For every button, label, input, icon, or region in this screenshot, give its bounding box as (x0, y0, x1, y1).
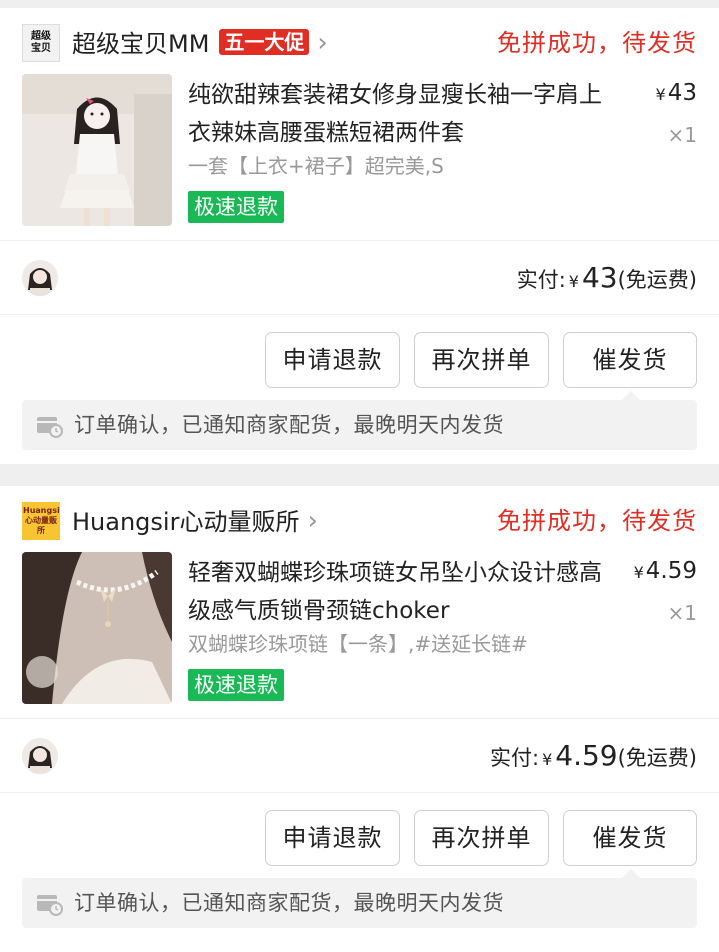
divider (0, 240, 719, 241)
truck-clock-icon (36, 892, 64, 916)
product-image[interactable] (22, 552, 172, 704)
notice-caret (621, 391, 641, 401)
currency-symbol: ¥ (568, 272, 579, 291)
product-quantity: ×1 (667, 601, 697, 625)
paid-total: 实付: ¥4.59(免运费) (490, 736, 697, 780)
avatar[interactable] (22, 260, 58, 296)
fast-refund-tag: 极速退款 (188, 191, 284, 223)
paid-label: 实付: (490, 746, 540, 770)
apply-refund-button[interactable]: 申请退款 (265, 332, 400, 388)
paid-amount: 43 (581, 261, 618, 294)
product-spec: 双蝴蝶珍珠项链【一条】,#送延长链# (188, 632, 528, 656)
currency-symbol: ¥ (633, 563, 644, 582)
store-name-row[interactable]: 超级宝贝MM 五一大促 › (72, 28, 328, 59)
order-status: 免拼成功，待发货 (497, 507, 697, 535)
order-card[interactable]: Huangsir心动量贩所 Huangsir心动量贩所 › 免拼成功，待发货 轻奢… (0, 486, 719, 952)
paid-total: 实付: ¥43(免运费) (517, 258, 697, 302)
chevron-right-icon: › (317, 28, 328, 58)
product-price: ¥43 (656, 78, 697, 110)
shipping-note: (免运费) (617, 268, 697, 292)
notice-text: 订单确认，已通知商家配货，最晚明天内发货 (74, 891, 504, 915)
order-notice: 订单确认，已通知商家配货，最晚明天内发货 (22, 869, 697, 928)
divider (0, 314, 719, 315)
chevron-right-icon: › (307, 506, 318, 536)
divider (0, 718, 719, 719)
store-name: 超级宝贝MM (72, 30, 210, 58)
product-price: ¥4.59 (634, 556, 697, 588)
avatar[interactable] (22, 738, 58, 774)
product-title[interactable]: 轻奢双蝴蝶珍珠项链女吊坠小众设计感高级感气质锁骨颈链choker (188, 554, 618, 630)
paid-amount: 4.59 (555, 739, 618, 772)
urge-shipping-button[interactable]: 催发货 (563, 810, 697, 866)
reorder-button[interactable]: 再次拼单 (414, 810, 549, 866)
product-spec: 一套【上衣+裙子】超完美,S (188, 154, 444, 178)
product-image[interactable] (22, 74, 172, 226)
store-header[interactable]: 超级宝贝 超级宝贝MM 五一大促 › 免拼成功，待发货 (0, 8, 719, 68)
truck-clock-icon (36, 414, 64, 438)
store-name: Huangsir心动量贩所 (72, 508, 300, 536)
notice-caret (621, 869, 641, 879)
store-name-row[interactable]: Huangsir心动量贩所 › (72, 506, 318, 537)
product-quantity: ×1 (667, 123, 697, 147)
paid-label: 实付: (516, 268, 566, 292)
store-header[interactable]: Huangsir心动量贩所 Huangsir心动量贩所 › 免拼成功，待发货 (0, 486, 719, 546)
store-logo[interactable]: Huangsir心动量贩所 (22, 502, 60, 540)
price-value: 4.59 (645, 558, 697, 584)
store-logo-text: 超级宝贝 (31, 31, 51, 54)
shipping-note: (免运费) (617, 746, 697, 770)
price-value: 43 (667, 80, 697, 106)
store-logo-text: Huangsir心动量贩所 (23, 506, 60, 535)
product-title[interactable]: 纯欲甜辣套装裙女修身显瘦长袖一字肩上衣辣妹高腰蛋糕短裙两件套 (188, 76, 618, 152)
order-notice: 订单确认，已通知商家配货，最晚明天内发货 (22, 391, 697, 450)
apply-refund-button[interactable]: 申请退款 (265, 810, 400, 866)
divider (0, 792, 719, 793)
notice-text: 订单确认，已通知商家配货，最晚明天内发货 (74, 413, 504, 437)
order-card[interactable]: 超级宝贝 超级宝贝MM 五一大促 › 免拼成功，待发货 纯欲甜辣套装裙女修身显瘦长袖… (0, 8, 719, 464)
order-status: 免拼成功，待发货 (497, 29, 697, 57)
fast-refund-tag: 极速退款 (188, 669, 284, 701)
store-logo[interactable]: 超级宝贝 (22, 24, 60, 62)
promo-badge: 五一大促 (219, 29, 310, 55)
currency-symbol: ¥ (655, 85, 666, 104)
currency-symbol: ¥ (542, 750, 553, 769)
urge-shipping-button[interactable]: 催发货 (563, 332, 697, 388)
reorder-button[interactable]: 再次拼单 (414, 332, 549, 388)
